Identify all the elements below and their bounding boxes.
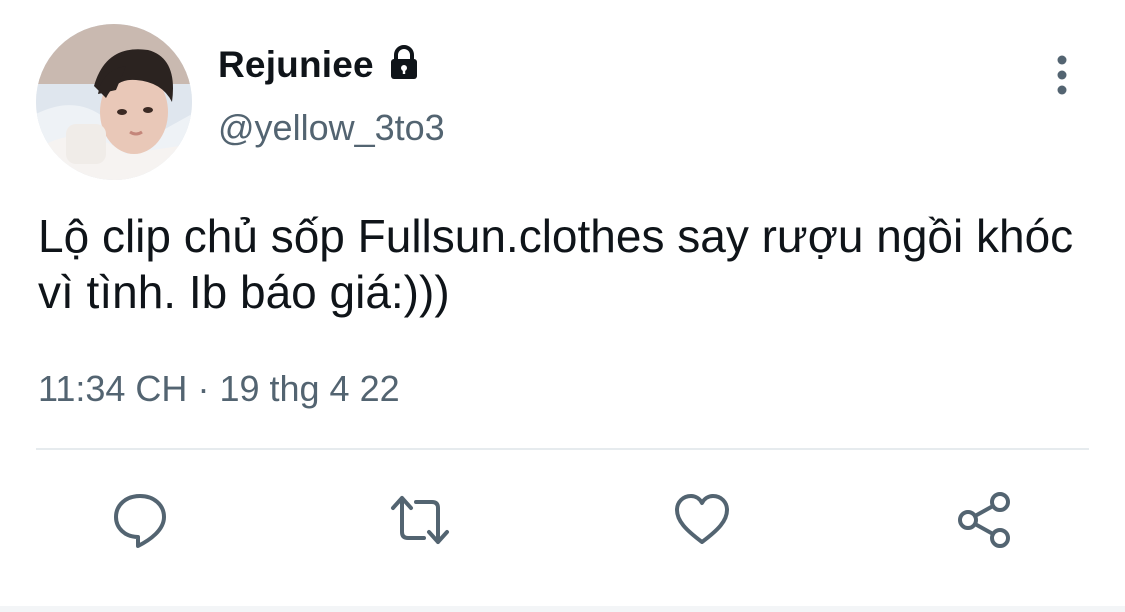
avatar[interactable] (36, 24, 192, 180)
tweet-card: Rejuniee @yellow_3to3 Lộ clip chủ sốp Fu… (0, 0, 1125, 612)
divider (36, 448, 1089, 450)
bottom-separator (0, 606, 1125, 612)
meta-separator: · (197, 368, 210, 409)
reply-icon[interactable] (110, 490, 170, 550)
avatar-image (36, 24, 192, 180)
lock-icon (386, 44, 422, 80)
heart-icon[interactable] (672, 490, 732, 550)
share-icon[interactable] (954, 490, 1014, 550)
more-options-icon[interactable] (1048, 54, 1076, 98)
tweet-meta: 11:34 CH · 19 thg 4 22 (38, 368, 400, 410)
tweet-time[interactable]: 11:34 CH (38, 368, 187, 409)
tweet-date[interactable]: 19 thg 4 22 (219, 368, 399, 409)
display-name-row: Rejuniee (218, 40, 422, 90)
display-name[interactable]: Rejuniee (218, 44, 374, 86)
retweet-icon[interactable] (390, 490, 450, 550)
tweet-text: Lộ clip chủ sốp Fullsun.clothes say rượu… (38, 210, 1074, 318)
user-handle[interactable]: @yellow_3to3 (218, 107, 445, 149)
